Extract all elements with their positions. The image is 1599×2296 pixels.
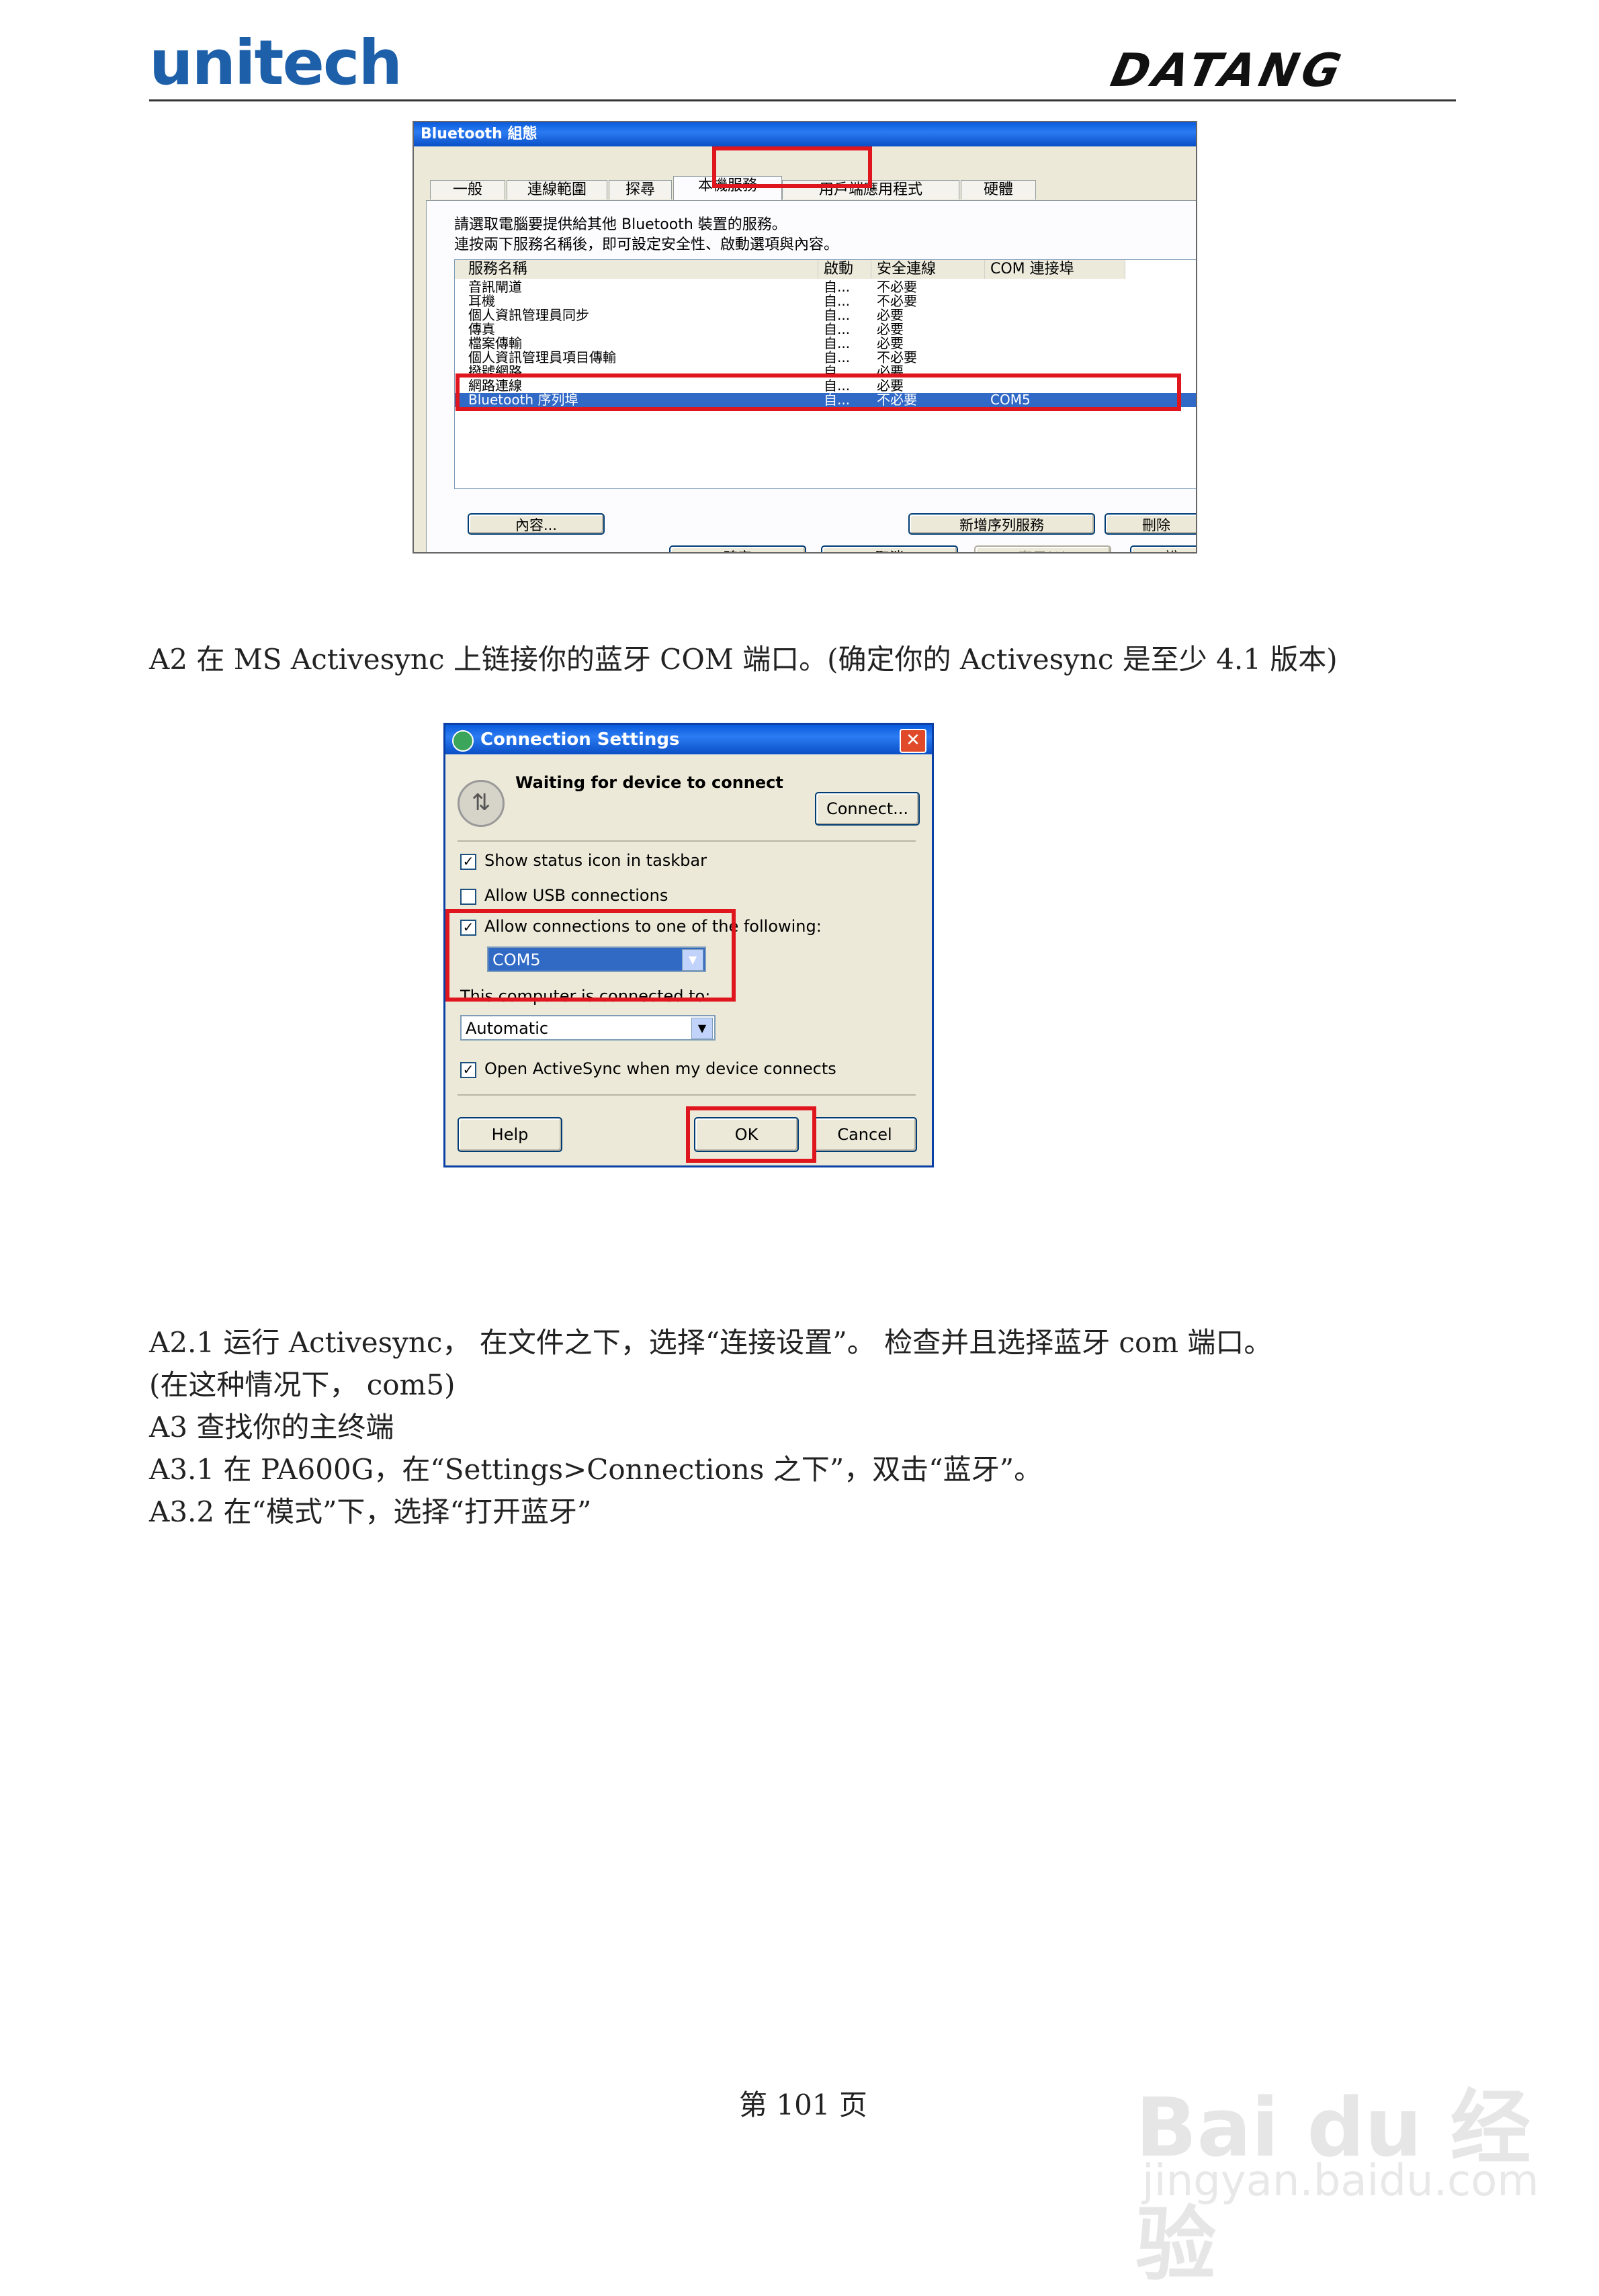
- connected-to-select[interactable]: Automatic ▼: [460, 1015, 716, 1041]
- bluetooth-window-title: Bluetooth 組態: [414, 122, 1196, 146]
- list-item[interactable]: 音訊閘道 自... 不必要: [455, 279, 1196, 295]
- datang-logo: DATANG: [1106, 44, 1350, 97]
- service-name: 傳真: [468, 321, 495, 337]
- page-number: 第 101 页: [739, 2088, 867, 2121]
- connection-settings-title: Connection Settings: [445, 725, 932, 754]
- close-icon[interactable]: ✕: [900, 729, 926, 753]
- service-secure: 必要: [877, 307, 904, 323]
- cancel-button[interactable]: Cancel: [812, 1117, 917, 1152]
- service-secure: 不必要: [877, 279, 917, 295]
- tab-range[interactable]: 連線範圍: [507, 180, 607, 200]
- help-button[interactable]: 說: [1130, 545, 1196, 552]
- help-button[interactable]: Help: [458, 1117, 562, 1152]
- add-serial-service-button[interactable]: 新增序列服務: [908, 513, 1095, 535]
- service-start: 自...: [824, 307, 851, 323]
- service-name: 檔案傳輸: [468, 335, 522, 351]
- service-start: 自...: [824, 279, 851, 295]
- highlight-local-services-tab: [712, 146, 872, 188]
- service-name: 個人資訊管理員項目傳輸: [468, 349, 616, 365]
- service-start: 自...: [824, 293, 851, 309]
- column-header-secure[interactable]: 安全連線: [871, 260, 985, 279]
- service-name: 耳機: [468, 293, 495, 309]
- sync-icon: ⇅: [458, 780, 505, 827]
- usb-checkbox[interactable]: [460, 889, 476, 905]
- column-header-start[interactable]: 啟動: [818, 260, 871, 279]
- service-secure: 必要: [877, 335, 904, 351]
- list-item[interactable]: 個人資訊管理員同步 自... 必要: [455, 307, 1196, 323]
- status-icon-label: Show status icon in taskbar: [484, 851, 707, 870]
- highlight-com-port: [445, 909, 736, 1002]
- properties-button[interactable]: 內容...: [468, 513, 605, 535]
- activesync-icon: [452, 730, 474, 752]
- panel-description-1: 請選取電腦要提供給其他 Bluetooth 裝置的服務。: [454, 216, 787, 233]
- usb-label: Allow USB connections: [484, 886, 668, 905]
- tab-general[interactable]: 一般: [430, 180, 505, 200]
- baidu-watermark-url: jingyan.baidu.com: [1142, 2156, 1539, 2206]
- divider: [458, 840, 916, 842]
- header-divider: [149, 99, 1456, 101]
- highlight-serial-port-row: [456, 373, 1181, 411]
- service-secure: 必要: [877, 321, 904, 337]
- divider: [458, 1094, 916, 1096]
- paragraph-a2: A2 在 MS Activesync 上链接你的蓝牙 COM 端口。(确定你的 …: [149, 643, 1338, 676]
- tab-hardware[interactable]: 硬體: [961, 180, 1036, 200]
- paragraph-a3: A3 查找你的主终端: [149, 1411, 394, 1444]
- column-header-name[interactable]: 服務名稱: [455, 260, 818, 279]
- list-item[interactable]: 傳真 自... 必要: [455, 321, 1196, 337]
- delete-button[interactable]: 刪除: [1105, 513, 1196, 535]
- list-item[interactable]: 耳機 自... 不必要: [455, 293, 1196, 309]
- status-icon-checkbox[interactable]: ✓: [460, 854, 476, 870]
- service-start: 自...: [824, 321, 851, 337]
- service-start: 自...: [824, 335, 851, 351]
- paragraph-a2-1-note: (在这种情况下， com5): [149, 1368, 456, 1401]
- service-name: 個人資訊管理員同步: [468, 307, 589, 323]
- ok-button[interactable]: 確定: [669, 545, 806, 552]
- connection-settings-window: Connection Settings ✕ ⇅ Waiting for devi…: [443, 723, 934, 1167]
- list-item[interactable]: 檔案傳輸 自... 必要: [455, 335, 1196, 351]
- status-text: Waiting for device to connect: [515, 773, 783, 792]
- open-activesync-label: Open ActiveSync when my device connects: [484, 1059, 836, 1078]
- service-name: 音訊閘道: [468, 279, 522, 295]
- panel-description-2: 連按兩下服務名稱後，即可設定安全性、啟動選項與內容。: [454, 236, 839, 253]
- cancel-button[interactable]: 取消: [821, 545, 958, 552]
- unitech-logo: unitech: [149, 27, 402, 99]
- bluetooth-config-window: Bluetooth 組態 一般 連線範圍 探尋 本機服務 用戶端應用程式 硬體 …: [413, 121, 1197, 554]
- service-secure: 不必要: [877, 293, 917, 309]
- column-header-com[interactable]: COM 連接埠: [985, 260, 1125, 279]
- service-secure: 不必要: [877, 349, 917, 365]
- tab-discovery[interactable]: 探尋: [609, 180, 672, 200]
- chevron-down-icon[interactable]: ▼: [691, 1018, 713, 1039]
- apply-button: 套用(A): [974, 545, 1111, 552]
- paragraph-a3-2: A3.2 在“模式”下，选择“打开蓝牙”: [149, 1495, 592, 1528]
- service-start: 自...: [824, 349, 851, 365]
- open-activesync-checkbox[interactable]: ✓: [460, 1062, 476, 1078]
- paragraph-a2-1: A2.1 运行 Activesync， 在文件之下，选择“连接设置”。 检查并且…: [149, 1326, 1272, 1359]
- connect-button[interactable]: Connect...: [815, 792, 920, 826]
- highlight-ok-button: [686, 1106, 816, 1163]
- paragraph-a3-1: A3.1 在 PA600G，在“Settings>Connections 之下”…: [149, 1453, 1043, 1486]
- list-item[interactable]: 個人資訊管理員項目傳輸 自... 不必要: [455, 349, 1196, 365]
